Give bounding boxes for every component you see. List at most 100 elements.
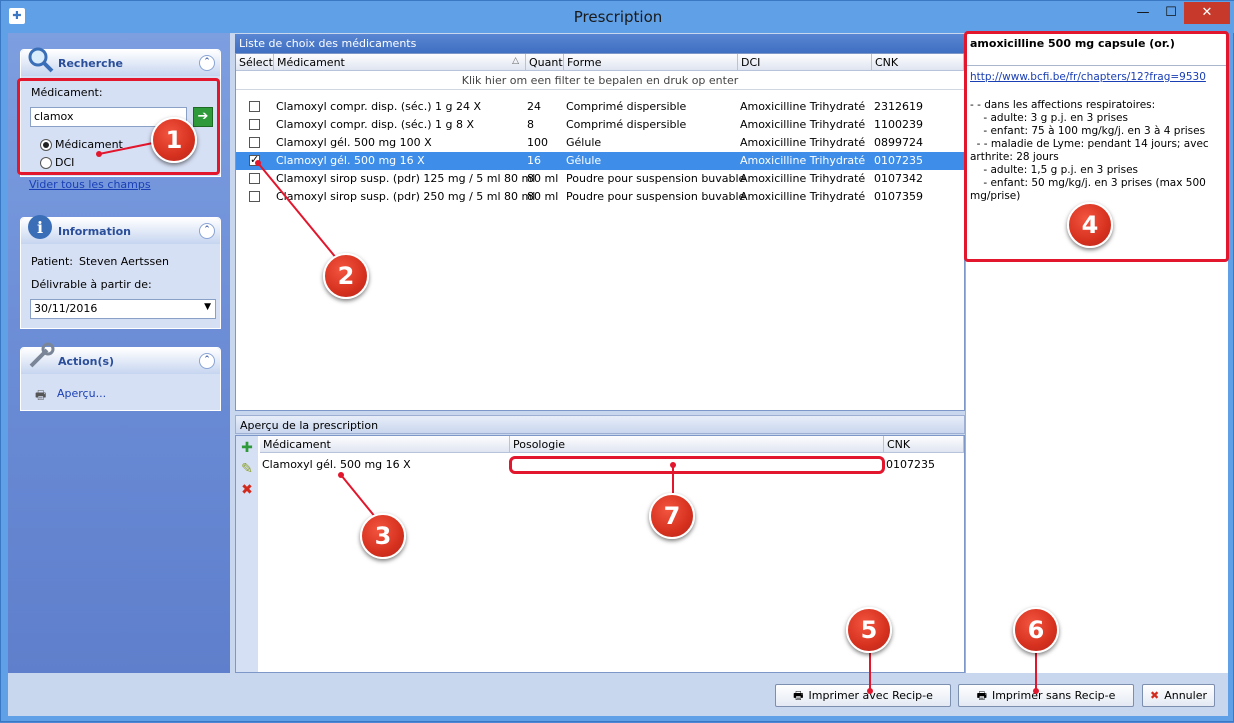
info-icon: i	[28, 215, 52, 239]
annotation-badge-7: 7	[649, 493, 695, 539]
magnifier-icon	[28, 47, 54, 73]
minimize-button[interactable]: —	[1129, 2, 1157, 24]
cell-dci: Amoxicilline Trihydraté	[740, 118, 866, 131]
cancel-button[interactable]: ✖ Annuler	[1142, 684, 1215, 707]
col-quantity[interactable]: Quantit	[526, 54, 564, 71]
maximize-button[interactable]: ☐	[1157, 2, 1185, 24]
table-row[interactable]: Clamoxyl compr. disp. (séc.) 1 g 8 X 8 Com…	[236, 116, 964, 134]
preview-col-medicament[interactable]: Médicament	[260, 436, 510, 453]
edit-icon[interactable]: ✎	[239, 461, 255, 477]
print-without-recip-button[interactable]: 🖶 Imprimer sans Recip-e	[958, 684, 1134, 707]
svg-text:i: i	[37, 218, 43, 237]
center-pane: Liste de choix des médicaments Sélecti M…	[235, 33, 965, 673]
search-panel-header: Recherche ⌃	[21, 47, 220, 76]
cell-dci: Amoxicilline Trihydraté	[740, 190, 866, 203]
cell-cnk: 0107342	[874, 172, 923, 185]
cell-form: Gélule	[566, 154, 602, 167]
information-panel: i Information ⌃ Patient: Steven Aertssen…	[20, 215, 221, 329]
patient-label: Patient:	[31, 255, 74, 268]
cell-cnk: 0107235	[874, 154, 923, 167]
table-row[interactable]: Clamoxyl sirop susp. (pdr) 125 mg / 5 ml…	[236, 170, 964, 188]
preview-row-medicament: Clamoxyl gél. 500 mg 16 X	[262, 458, 411, 471]
patient-name: Steven Aertssen	[79, 255, 169, 268]
cell-cnk: 0899724	[874, 136, 923, 149]
information-panel-header: i Information ⌃	[21, 215, 220, 244]
annotation-badge-6: 6	[1013, 607, 1059, 653]
preview-link[interactable]: Aperçu...	[57, 387, 106, 400]
cell-form: Poudre pour suspension buvable	[566, 172, 746, 185]
cancel-icon: ✖	[1149, 689, 1160, 702]
row-checkbox[interactable]	[249, 101, 260, 112]
cell-name: Clamoxyl sirop susp. (pdr) 250 mg / 5 ml…	[276, 190, 536, 203]
actions-panel-title: Action(s)	[58, 355, 115, 368]
delete-icon[interactable]: ✖	[239, 482, 255, 498]
cell-form: Comprimé dispersible	[566, 100, 687, 113]
col-form[interactable]: Forme	[564, 54, 738, 71]
col-selection[interactable]: Sélecti	[236, 54, 274, 71]
deliverable-date-value: 30/11/2016	[34, 302, 98, 315]
preview-header: Aperçu de la prescription	[235, 415, 965, 434]
annotation-badge-4: 4	[1067, 202, 1113, 248]
search-panel-title: Recherche	[58, 57, 123, 70]
printer-icon: 🖶	[793, 689, 804, 702]
close-button[interactable]: ✕	[1184, 2, 1230, 24]
row-checkbox[interactable]	[249, 137, 260, 148]
preview-toolbar: ✚ ✎ ✖	[236, 436, 258, 672]
actions-panel: Action(s) ⌃ 🖶 Aperçu...	[20, 342, 221, 411]
cell-name: Clamoxyl sirop susp. (pdr) 125 mg / 5 ml…	[276, 172, 536, 185]
cell-name: Clamoxyl compr. disp. (séc.) 1 g 8 X	[276, 118, 475, 131]
table-row[interactable]: Clamoxyl gél. 500 mg 16 X 16 Gélule Amoxici…	[236, 152, 964, 170]
preview-icon: 🖶	[35, 388, 47, 402]
title-bar: ✚ Prescription — ☐ ✕	[1, 1, 1234, 33]
printer-icon: 🖶	[976, 689, 987, 702]
collapse-actions-button[interactable]: ⌃	[199, 353, 215, 369]
col-medicament[interactable]: Médicament △	[274, 54, 526, 71]
cell-qty: 100	[527, 136, 548, 149]
cell-dci: Amoxicilline Trihydraté	[740, 172, 866, 185]
deliverable-label: Délivrable à partir de:	[31, 278, 152, 291]
cell-dci: Amoxicilline Trihydraté	[740, 136, 866, 149]
annotation-box-7	[509, 456, 885, 474]
row-checkbox[interactable]	[249, 191, 260, 202]
cell-form: Poudre pour suspension buvable	[566, 190, 746, 203]
clear-fields-link[interactable]: Vider tous les champs	[29, 178, 151, 191]
collapse-search-button[interactable]: ⌃	[199, 55, 215, 71]
print-with-recip-button[interactable]: 🖶 Imprimer avec Recip-e	[775, 684, 951, 707]
annotation-badge-2: 2	[323, 253, 369, 299]
preview-col-posologie[interactable]: Posologie	[510, 436, 884, 453]
collapse-information-button[interactable]: ⌃	[199, 223, 215, 239]
actions-panel-header: Action(s) ⌃	[21, 342, 220, 374]
row-checkbox[interactable]	[249, 119, 260, 130]
preview-col-cnk[interactable]: CNK	[884, 436, 964, 453]
col-cnk[interactable]: CNK	[872, 54, 964, 71]
table-row[interactable]: Clamoxyl sirop susp. (pdr) 250 mg / 5 ml…	[236, 188, 964, 206]
print-with-recip-label: Imprimer avec Recip-e	[808, 689, 933, 702]
preview-row-cnk: 0107235	[886, 458, 935, 471]
filter-row[interactable]: Klik hier om een filter te bepalen en dr…	[236, 71, 964, 90]
table-row[interactable]: Clamoxyl gél. 500 mg 100 X 100 Gélule Amoxi…	[236, 134, 964, 152]
chevron-down-icon: ▼	[204, 302, 211, 312]
add-icon[interactable]: ✚	[239, 440, 255, 456]
cell-qty: 24	[527, 100, 541, 113]
col-medicament-label: Médicament	[277, 56, 345, 69]
information-panel-title: Information	[58, 225, 131, 238]
deliverable-date-select[interactable]: 30/11/2016 ▼	[30, 299, 216, 319]
cell-name: Clamoxyl compr. disp. (séc.) 1 g 24 X	[276, 100, 482, 113]
cell-dci: Amoxicilline Trihydraté	[740, 100, 866, 113]
cell-form: Comprimé dispersible	[566, 118, 687, 131]
row-checkbox[interactable]	[249, 153, 260, 166]
cell-cnk: 1100239	[874, 118, 923, 131]
cell-cnk: 0107359	[874, 190, 923, 203]
cell-qty: 80 ml	[527, 172, 559, 185]
row-checkbox[interactable]	[249, 173, 260, 184]
col-dci[interactable]: DCI	[738, 54, 872, 71]
drug-list-grid: Sélecti Médicament △ Quantit Forme DCI CN…	[235, 53, 965, 411]
print-without-recip-label: Imprimer sans Recip-e	[991, 689, 1116, 702]
cell-qty: 16	[527, 154, 541, 167]
table-row[interactable]: Clamoxyl compr. disp. (séc.) 1 g 24 X 24 C…	[236, 98, 964, 116]
cell-qty: 8	[527, 118, 534, 131]
bottom-bar: 🖶 Imprimer avec Recip-e 🖶 Imprimer sans Re…	[8, 674, 1228, 716]
cell-cnk: 2312619	[874, 100, 923, 113]
cell-form: Gélule	[566, 136, 602, 149]
annotation-badge-3: 3	[360, 513, 406, 559]
